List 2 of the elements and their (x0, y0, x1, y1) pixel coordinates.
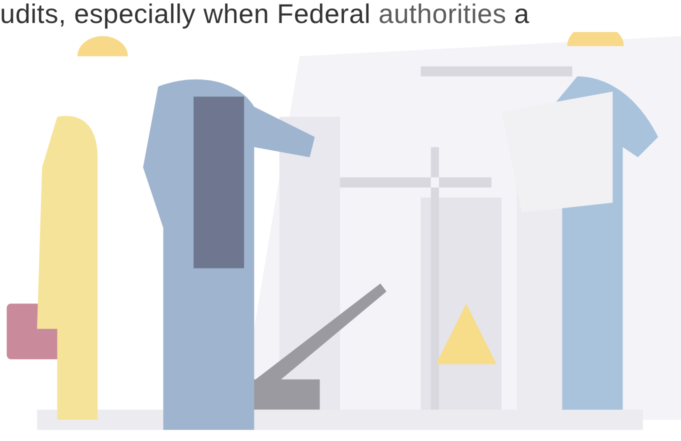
authorities-link[interactable]: authorities (378, 0, 506, 29)
paragraph: udits, especially when Federal authorities a (0, 0, 530, 31)
